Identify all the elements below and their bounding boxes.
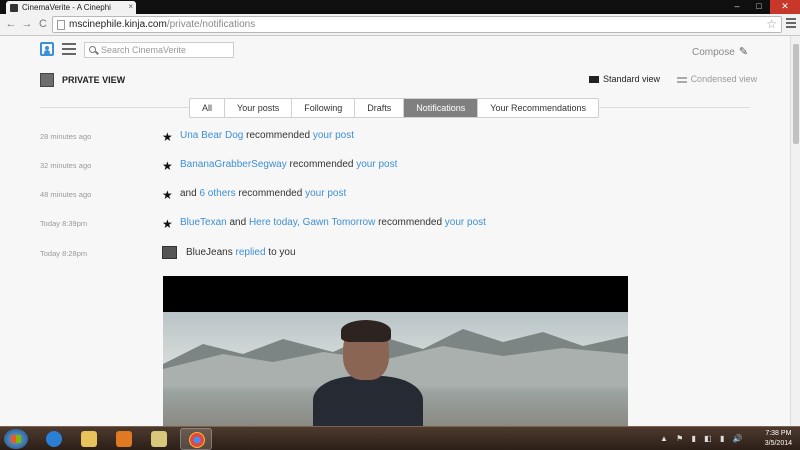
list-item: 48 minutes ago ★ and 6 others recommende… [0, 186, 790, 206]
tab-title: CinemaVerite - A Cinephi [22, 3, 111, 12]
start-button[interactable] [4, 429, 28, 449]
tab-your-recommendations[interactable]: Your Recommendations [478, 99, 598, 117]
tab-following[interactable]: Following [292, 99, 356, 117]
user-link[interactable]: BlueTexan [180, 217, 227, 228]
url-host: mscinephile.kinja.com [69, 19, 167, 30]
ie-taskbar-icon[interactable] [38, 428, 70, 450]
user-link[interactable]: BananaGrabberSegway [180, 159, 287, 170]
standard-view-button[interactable]: Standard view [589, 74, 660, 84]
tab-all[interactable]: All [190, 99, 226, 117]
list-item: Today 8:39pm ★ BlueTexan and Here today,… [0, 215, 790, 235]
page-title: PRIVATE VIEW [40, 73, 125, 87]
forward-button[interactable]: → [20, 17, 34, 31]
kinja-favicon-icon [10, 4, 18, 12]
search-placeholder: Search CinemaVerite [101, 45, 187, 55]
address-bar[interactable]: mscinephile.kinja.com/private/notificati… [52, 16, 782, 33]
back-button[interactable]: ← [4, 17, 18, 31]
star-icon: ★ [162, 130, 173, 144]
tab-your-posts[interactable]: Your posts [225, 99, 293, 117]
mountains-image [163, 329, 628, 384]
post-link[interactable]: your post [305, 188, 346, 199]
notification-text: BlueJeans replied to you [186, 247, 296, 258]
notification-text: BlueTexan and Here today, Gawn Tomorrow … [180, 217, 486, 228]
page-scrollbar[interactable] [790, 36, 800, 426]
post-link[interactable]: your post [313, 130, 354, 141]
clock[interactable]: 7:38 PM 3/5/2014 [765, 429, 792, 449]
media-player-taskbar-icon[interactable] [108, 428, 140, 450]
notification-text: and 6 others recommended your post [180, 188, 347, 199]
compose-button[interactable]: Compose ✎ [692, 45, 748, 58]
maximize-button[interactable]: □ [748, 0, 770, 14]
url-path: /private/notifications [166, 19, 256, 30]
user-name: BlueJeans [186, 247, 236, 258]
avatar[interactable] [40, 73, 54, 87]
star-icon: ★ [162, 188, 173, 202]
system-tray-icons[interactable]: ▲ ⚑ ▮ ◧ ▮ 🔊 [660, 434, 746, 443]
tab-notifications[interactable]: Notifications [404, 99, 479, 117]
bookmark-star-icon[interactable]: ☆ [766, 17, 777, 31]
browser-tab[interactable]: CinemaVerite - A Cinephi × [6, 1, 136, 14]
search-icon [89, 46, 96, 53]
hamburger-menu-icon[interactable] [62, 43, 76, 58]
chrome-taskbar-icon[interactable] [180, 428, 212, 450]
close-window-button[interactable]: ✕ [770, 0, 800, 14]
condensed-view-button[interactable]: Condensed view [676, 74, 758, 84]
notification-time: Today 8:39pm [40, 219, 88, 228]
view-mode-toggle: Standard view Condensed view [589, 74, 757, 84]
page-title-text: PRIVATE VIEW [62, 75, 126, 85]
notification-text: BananaGrabberSegway recommended your pos… [180, 159, 398, 170]
list-item: 28 minutes ago ★ Una Bear Dog recommende… [0, 128, 790, 148]
notification-text: Una Bear Dog recommended your post [180, 130, 354, 141]
browser-menu-icon[interactable] [786, 18, 796, 30]
filter-tabs: All Your posts Following Drafts Notifica… [189, 98, 600, 118]
list-item: 32 minutes ago ★ BananaGrabberSegway rec… [0, 157, 790, 177]
compose-label: Compose [692, 47, 735, 58]
avatar[interactable] [162, 246, 177, 259]
page-content: Search CinemaVerite Compose ✎ PRIVATE VIE… [0, 36, 790, 426]
notification-time: 32 minutes ago [40, 161, 92, 170]
condensed-view-label: Condensed view [690, 74, 758, 84]
pencil-icon: ✎ [738, 46, 749, 58]
reply-image[interactable] [163, 276, 628, 426]
window-titlebar: CinemaVerite - A Cinephi × – □ ✕ [0, 0, 800, 14]
scrollbar-thumb[interactable] [793, 44, 799, 144]
minimize-button[interactable]: – [726, 0, 748, 14]
clock-time: 7:38 PM [765, 430, 792, 437]
post-link[interactable]: your post [356, 159, 397, 170]
window-controls: – □ ✕ [726, 0, 800, 14]
standard-view-icon [589, 76, 599, 84]
notification-time: 28 minutes ago [40, 132, 92, 141]
notification-time: 48 minutes ago [40, 190, 92, 199]
standard-view-label: Standard view [603, 74, 661, 84]
browser-toolbar: ← → C mscinephile.kinja.com/private/noti… [0, 14, 800, 36]
reply-link[interactable]: replied [235, 247, 265, 258]
star-icon: ★ [162, 217, 173, 231]
clock-date: 3/5/2014 [764, 440, 792, 447]
person-figure [313, 376, 423, 426]
tab-close-icon[interactable]: × [128, 2, 133, 11]
star-icon: ★ [162, 159, 173, 173]
user-link[interactable]: Una Bear Dog [180, 130, 243, 141]
windows-taskbar: ▲ ⚑ ▮ ◧ ▮ 🔊 7:38 PM 3/5/2014 [0, 426, 800, 450]
notification-time: Today 8:28pm [40, 249, 88, 258]
condensed-view-icon [676, 76, 687, 83]
user-link[interactable]: Here today, Gawn Tomorrow [249, 217, 375, 228]
search-input[interactable]: Search CinemaVerite [84, 42, 234, 58]
reload-button[interactable]: C [36, 17, 50, 31]
list-item: Today 8:28pm BlueJeans replied to you [0, 245, 790, 265]
folder-taskbar-icon[interactable] [143, 428, 175, 450]
page-icon [57, 20, 65, 30]
post-link[interactable]: your post [445, 217, 486, 228]
others-link[interactable]: 6 others [199, 188, 235, 199]
tab-drafts[interactable]: Drafts [355, 99, 405, 117]
profile-icon[interactable] [40, 42, 54, 56]
person-hair [341, 320, 391, 342]
explorer-taskbar-icon[interactable] [73, 428, 105, 450]
